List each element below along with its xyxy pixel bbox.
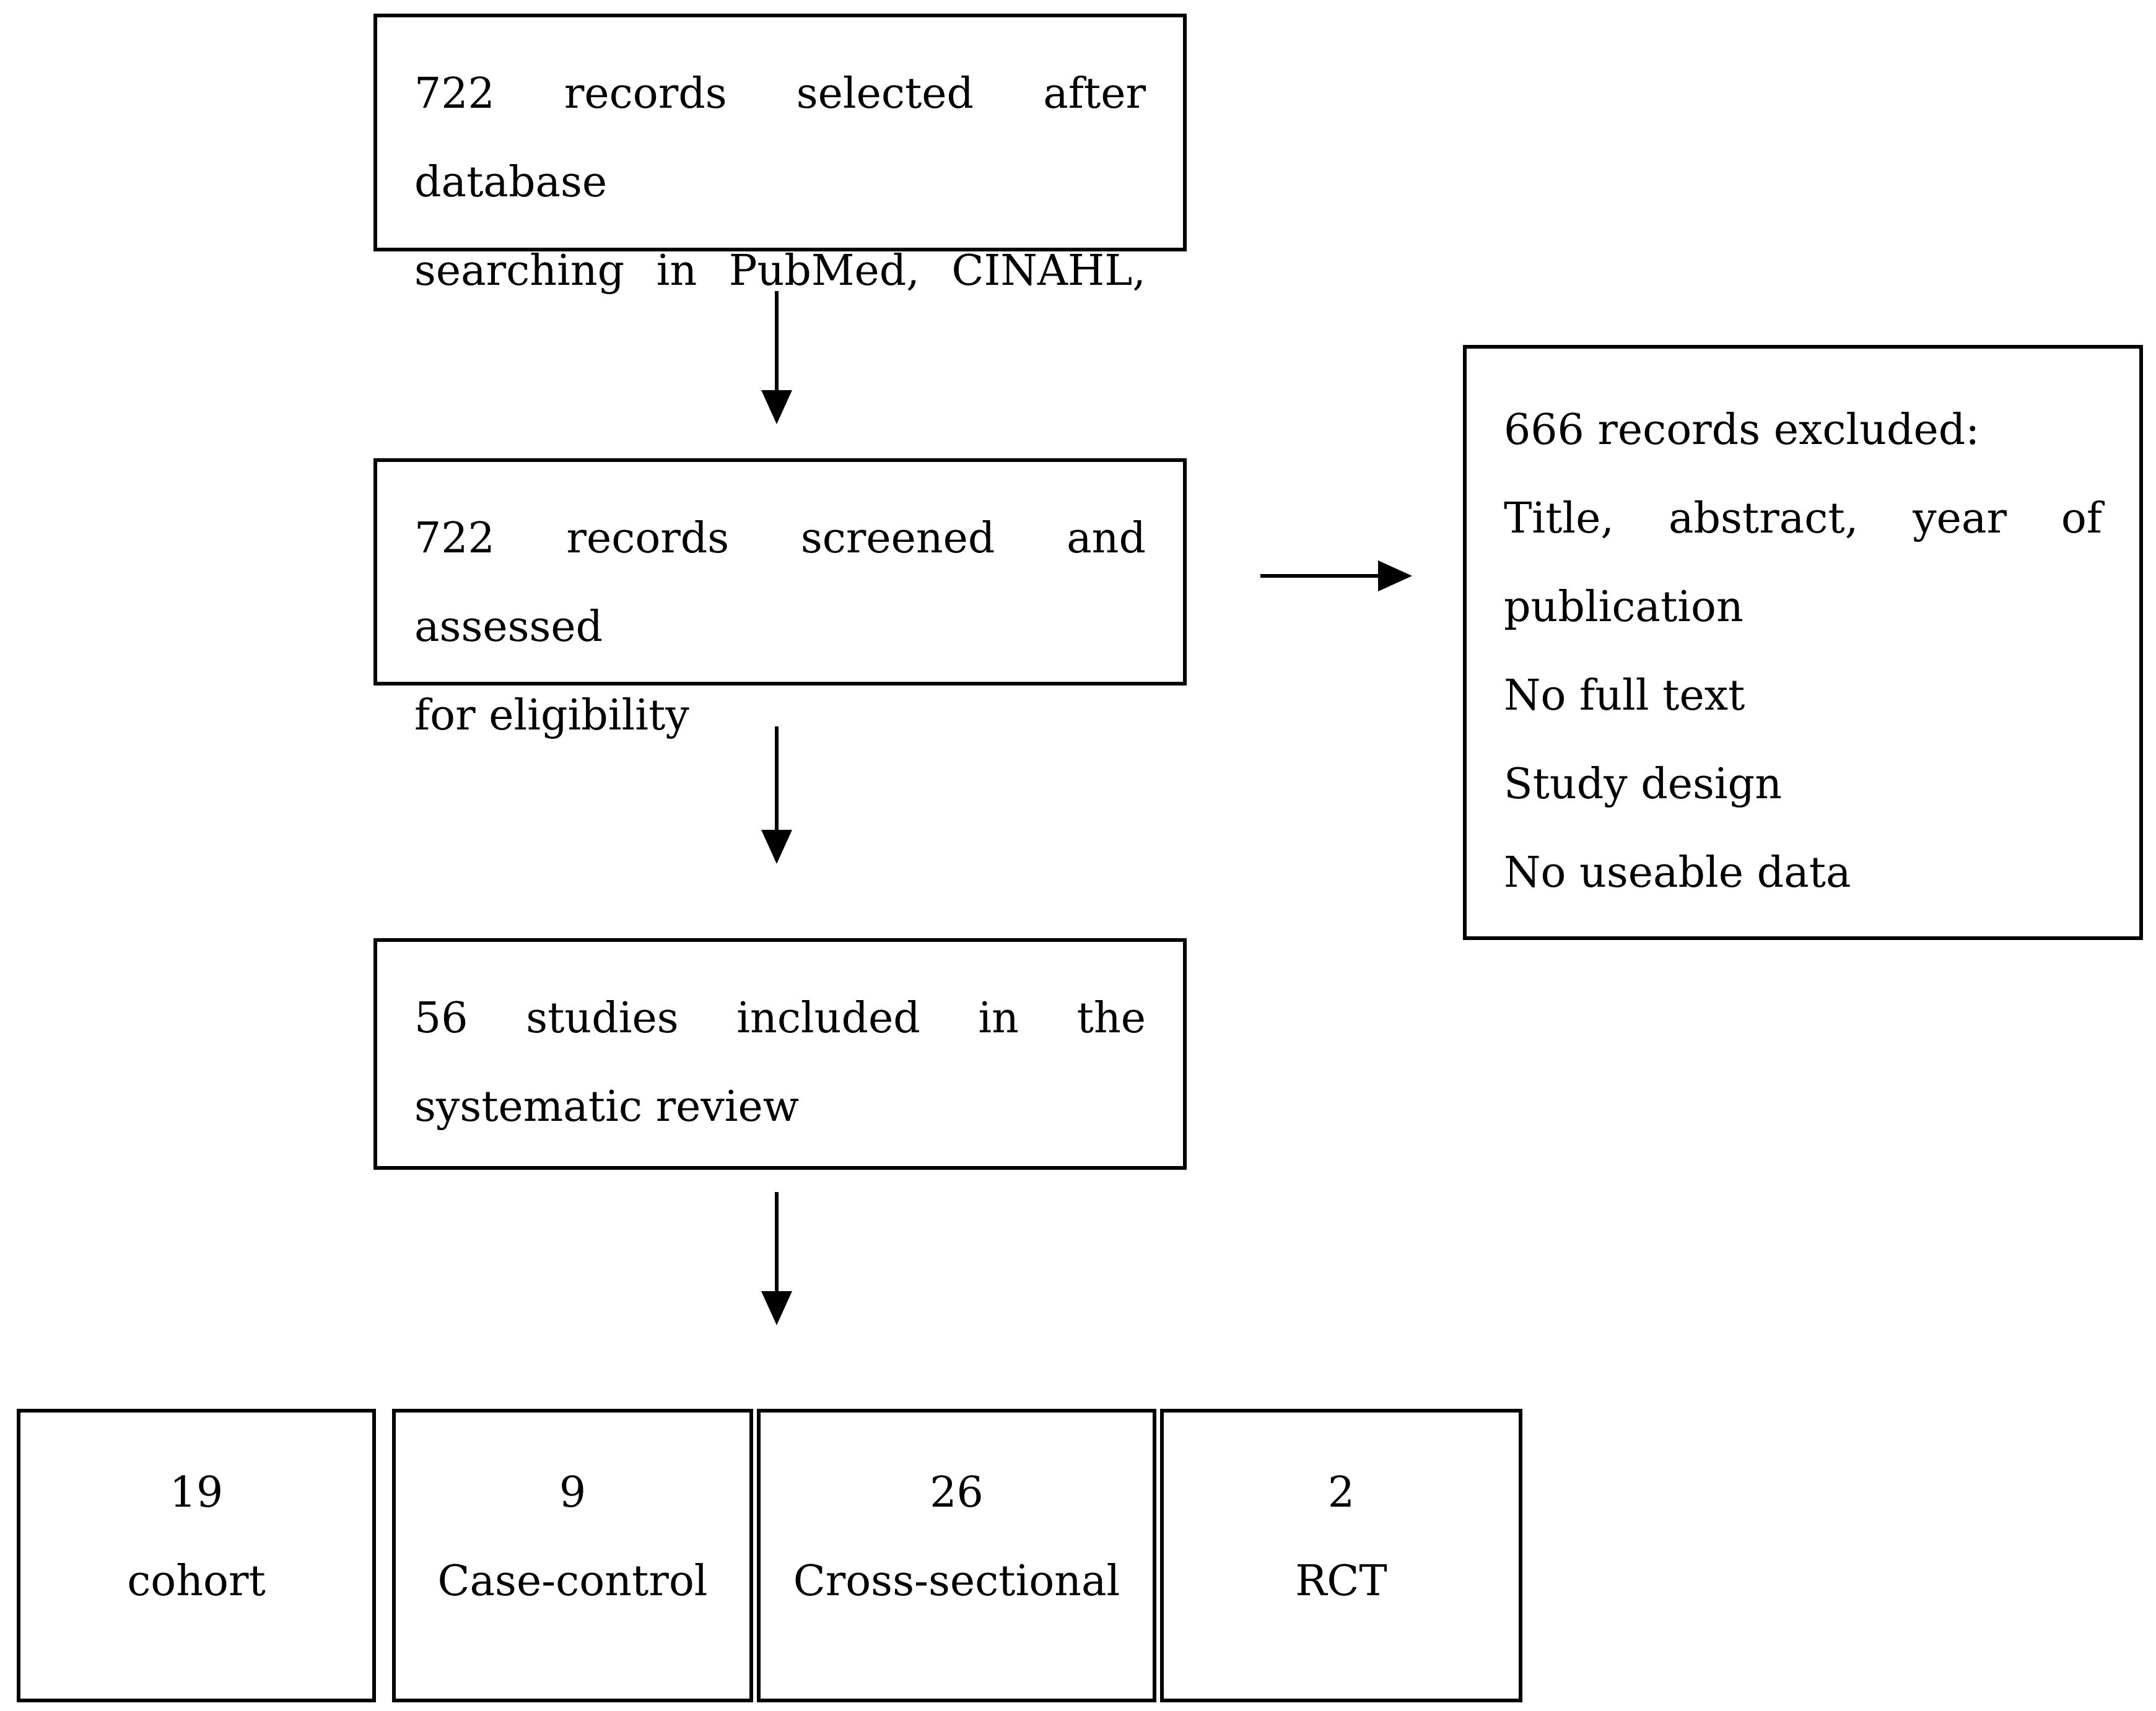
- study-type-box-rct: 2 RCT: [1160, 1409, 1522, 1702]
- study-count: 19: [169, 1468, 224, 1517]
- study-type-box-cross-sectional: 26 Cross-sectional: [757, 1409, 1156, 1702]
- exclusion-reason: publication: [1504, 583, 1744, 632]
- included-line-2: systematic review: [414, 1082, 799, 1131]
- exclusion-reason: No useable data: [1504, 848, 1851, 897]
- included-box: 56 studies included in the systematic re…: [373, 938, 1187, 1170]
- screening-line-1: 722 records screened and assessed: [414, 514, 1146, 651]
- identification-line-2: searching in PubMed, CINAHL,: [414, 246, 1146, 295]
- study-count: 26: [930, 1468, 984, 1517]
- screening-box: 722 records screened and assessed for el…: [373, 458, 1187, 740]
- study-count: 2: [1327, 1468, 1355, 1517]
- exclusion-reason: Title, abstract, year of: [1504, 494, 2102, 543]
- study-label: cohort: [127, 1557, 266, 1606]
- study-count: 9: [559, 1468, 587, 1517]
- arrow-screening-to-excluded: [1260, 560, 1412, 591]
- screening-line-2: for eligibility: [414, 691, 689, 740]
- arrow-included-to-study-types: [761, 1192, 792, 1325]
- excluded-heading: 666 records excluded:: [1504, 406, 1980, 455]
- study-type-box-cohort: 19 cohort: [17, 1409, 376, 1702]
- exclusion-reason: Study design: [1504, 760, 1783, 809]
- study-label: Cross-sectional: [793, 1557, 1120, 1606]
- exclusion-reason: No full text: [1504, 671, 1745, 720]
- identification-box: 722 records selected after database sear…: [373, 14, 1187, 295]
- excluded-box: 666 records excluded: Title, abstract, y…: [1463, 345, 2143, 940]
- study-label: RCT: [1295, 1557, 1387, 1606]
- study-label: Case-control: [437, 1557, 708, 1606]
- study-type-box-case-control: 9 Case-control: [392, 1409, 753, 1702]
- included-line-1: 56 studies included in the: [414, 994, 1146, 1043]
- identification-line-1: 722 records selected after database: [414, 69, 1146, 207]
